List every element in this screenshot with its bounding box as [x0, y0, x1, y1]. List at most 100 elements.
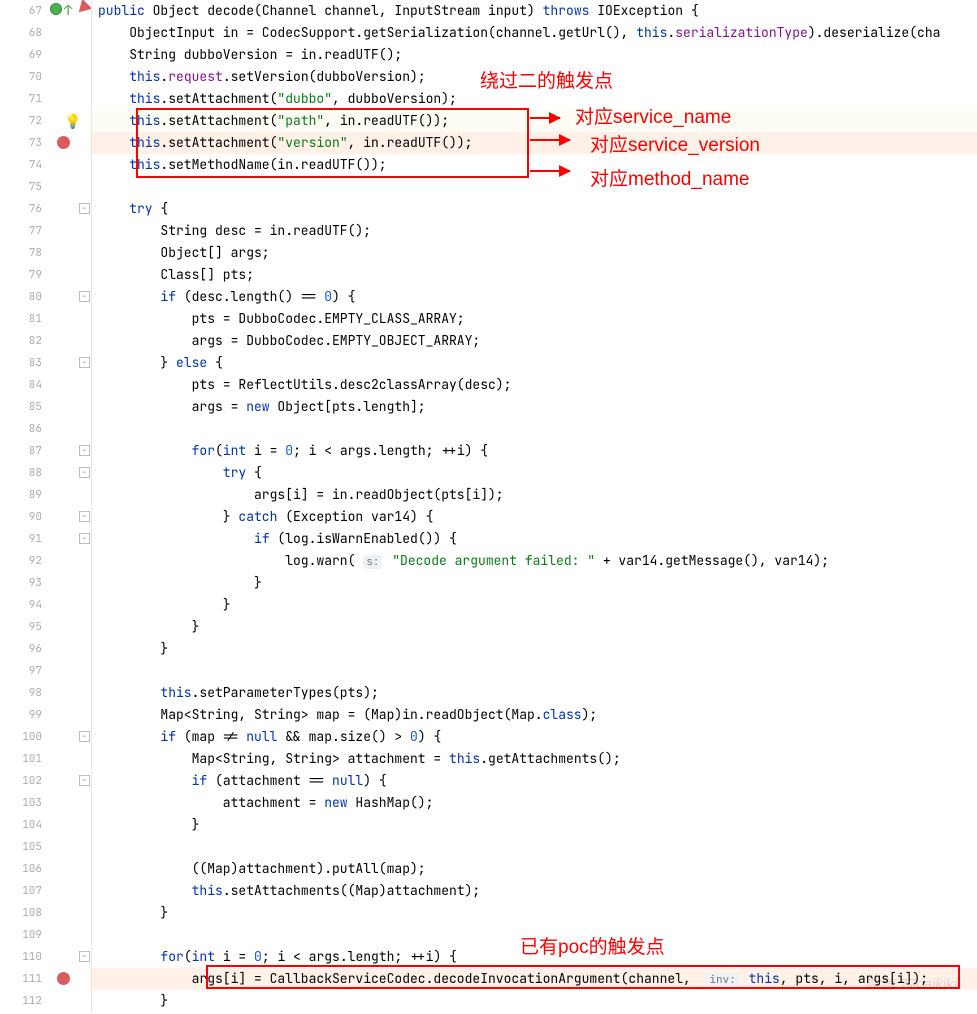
line-number: 72 [0, 110, 42, 132]
fold-toggle-icon[interactable]: − [79, 357, 90, 368]
line-number: 104 [0, 814, 42, 836]
code-line[interactable]: String desc = in.readUTF(); [92, 220, 977, 242]
code-area[interactable]: public Object decode(Channel channel, In… [92, 0, 977, 1012]
line-number: 69 [0, 44, 42, 66]
code-line[interactable]: Map<String, String> map = (Map)in.readOb… [92, 704, 977, 726]
code-line[interactable]: this.setAttachment("version", in.readUTF… [92, 132, 977, 154]
line-number: 105 [0, 836, 42, 858]
code-line[interactable]: } [92, 638, 977, 660]
annotation-label-method-name: 对应method_name [590, 164, 749, 191]
line-number: 68 [0, 22, 42, 44]
code-line[interactable]: } [92, 572, 977, 594]
code-line[interactable]: if (desc.length() == 0) { [92, 286, 977, 308]
annotation-label-poc: 已有poc的触发点 [520, 932, 665, 959]
code-line[interactable]: Map<String, String> attachment = this.ge… [92, 748, 977, 770]
code-line[interactable] [92, 418, 977, 440]
code-line[interactable]: this.setMethodName(in.readUTF()); [92, 154, 977, 176]
fold-toggle-icon[interactable]: − [79, 467, 90, 478]
code-line[interactable]: } [92, 814, 977, 836]
line-number: 67 [0, 0, 42, 22]
line-number: 98 [0, 682, 42, 704]
fold-toggle-icon[interactable]: − [79, 731, 90, 742]
breakpoint-icon[interactable] [57, 972, 70, 985]
line-number: 70 [0, 66, 42, 88]
code-line[interactable]: try { [92, 462, 977, 484]
annotation-label-bypass: 绕过二的触发点 [480, 66, 613, 93]
line-number: 110 [0, 946, 42, 968]
code-line[interactable]: args[i] = in.readObject(pts[i]); [92, 484, 977, 506]
code-line[interactable]: } [92, 990, 977, 1012]
code-line[interactable]: this.setParameterTypes(pts); [92, 682, 977, 704]
fold-toggle-icon[interactable]: − [79, 291, 90, 302]
code-line[interactable] [92, 660, 977, 682]
code-line[interactable]: if (log.isWarnEnabled()) { [92, 528, 977, 550]
code-line[interactable]: } [92, 616, 977, 638]
line-number: 96 [0, 638, 42, 660]
breakpoint-icon[interactable] [57, 136, 70, 149]
code-line[interactable]: Class[] pts; [92, 264, 977, 286]
line-number: 99 [0, 704, 42, 726]
line-number: 92 [0, 550, 42, 572]
line-number: 75 [0, 176, 42, 198]
override-indicator-icon[interactable] [50, 3, 62, 15]
code-line[interactable] [92, 836, 977, 858]
line-number: 109 [0, 924, 42, 946]
code-line[interactable]: } catch (Exception var14) { [92, 506, 977, 528]
code-line[interactable] [92, 176, 977, 198]
line-number: 79 [0, 264, 42, 286]
line-number: 80 [0, 286, 42, 308]
annotation-label-service-version: 对应service_version [590, 130, 760, 157]
line-number: 85 [0, 396, 42, 418]
line-number: 87 [0, 440, 42, 462]
up-arrow-icon: ↑ [64, 2, 72, 20]
code-line[interactable]: Object[] args; [92, 242, 977, 264]
line-number: 86 [0, 418, 42, 440]
fold-toggle-icon[interactable]: − [79, 775, 90, 786]
code-line[interactable]: } [92, 594, 977, 616]
line-number: 83 [0, 352, 42, 374]
line-number: 90 [0, 506, 42, 528]
code-line[interactable]: args = DubboCodec.EMPTY_OBJECT_ARRAY; [92, 330, 977, 352]
code-line[interactable]: for(int i = 0; i < args.length; ++i) { [92, 440, 977, 462]
line-number: 71 [0, 88, 42, 110]
code-line[interactable]: this.setAttachment("path", in.readUTF())… [92, 110, 977, 132]
fold-toggle-icon[interactable]: − [79, 951, 90, 962]
line-number: 106 [0, 858, 42, 880]
code-line[interactable]: ObjectInput in = CodecSupport.getSeriali… [92, 22, 977, 44]
code-line[interactable]: log.warn( s: "Decode argument failed: " … [92, 550, 977, 572]
code-line[interactable]: } else { [92, 352, 977, 374]
annotation-arrow [530, 139, 570, 141]
line-number: 91 [0, 528, 42, 550]
code-line[interactable]: } [92, 902, 977, 924]
line-number: 74 [0, 154, 42, 176]
code-editor[interactable]: 6768697071727374757677787980818283848586… [0, 0, 977, 1012]
code-line[interactable]: pts = DubboCodec.EMPTY_CLASS_ARRAY; [92, 308, 977, 330]
code-line[interactable]: String dubboVersion = in.readUTF(); [92, 44, 977, 66]
code-line[interactable]: pts = ReflectUtils.desc2classArray(desc)… [92, 374, 977, 396]
code-line[interactable]: try { [92, 198, 977, 220]
line-number: 95 [0, 616, 42, 638]
code-line[interactable]: if (map != null && map.size() > 0) { [92, 726, 977, 748]
fold-toggle-icon[interactable]: − [79, 511, 90, 522]
code-line[interactable]: args = new Object[pts.length]; [92, 396, 977, 418]
line-number: 89 [0, 484, 42, 506]
code-line[interactable]: this.setAttachments((Map)attachment); [92, 880, 977, 902]
line-number: 107 [0, 880, 42, 902]
code-line[interactable]: if (attachment == null) { [92, 770, 977, 792]
line-number: 82 [0, 330, 42, 352]
line-number: 100 [0, 726, 42, 748]
line-number: 103 [0, 792, 42, 814]
fold-toggle-icon[interactable]: − [79, 203, 90, 214]
code-line[interactable]: public Object decode(Channel channel, In… [92, 0, 977, 22]
code-line[interactable]: attachment = new HashMap(); [92, 792, 977, 814]
line-number: 97 [0, 660, 42, 682]
fold-toggle-icon[interactable]: − [79, 533, 90, 544]
line-number: 78 [0, 242, 42, 264]
line-number: 93 [0, 572, 42, 594]
fold-toggle-icon[interactable]: − [79, 445, 90, 456]
line-number: 108 [0, 902, 42, 924]
annotation-arrow [530, 117, 560, 119]
code-line[interactable]: args[i] = CallbackServiceCodec.decodeInv… [92, 968, 977, 990]
line-number: 76 [0, 198, 42, 220]
code-line[interactable]: ((Map)attachment).putAll(map); [92, 858, 977, 880]
